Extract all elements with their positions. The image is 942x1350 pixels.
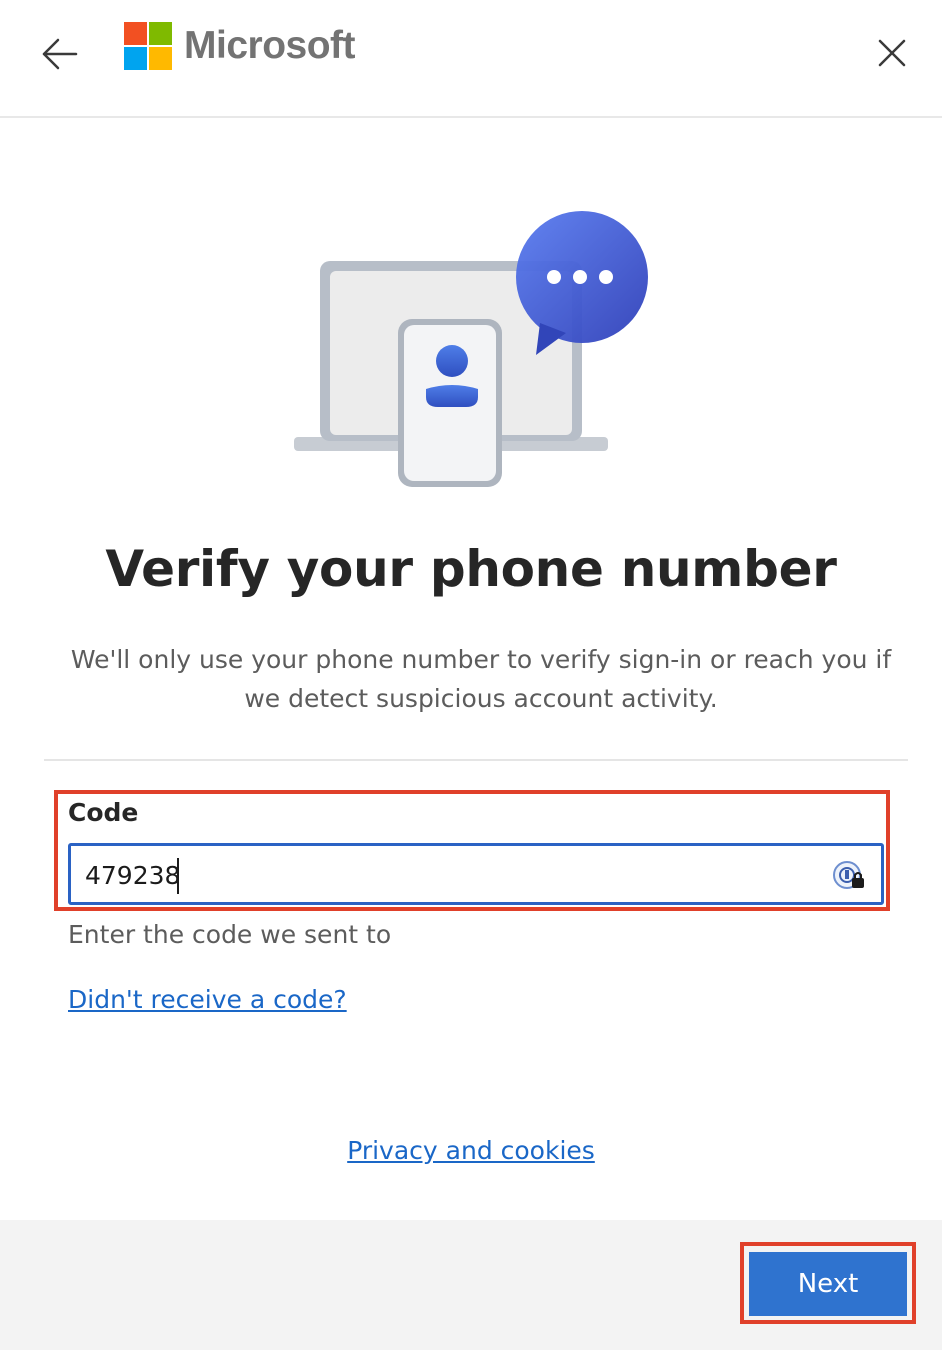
back-button[interactable] xyxy=(36,32,84,76)
privacy-cookies-link-row: Privacy and cookies xyxy=(0,1136,942,1165)
microsoft-logo: Microsoft xyxy=(124,22,356,70)
password-manager-icon[interactable] xyxy=(831,858,871,892)
next-button[interactable]: Next xyxy=(749,1252,907,1316)
page-description: We'll only use your phone number to veri… xyxy=(70,645,892,713)
code-field[interactable] xyxy=(68,843,884,905)
resend-code-link[interactable]: Didn't receive a code? xyxy=(68,985,347,1014)
code-input[interactable] xyxy=(85,854,805,896)
code-hint: Enter the code we sent to xyxy=(68,920,392,949)
close-button[interactable] xyxy=(866,30,916,76)
code-label: Code xyxy=(68,798,139,827)
divider xyxy=(44,759,908,761)
close-icon xyxy=(878,39,906,67)
privacy-cookies-link[interactable]: Privacy and cookies xyxy=(347,1136,595,1165)
arrow-left-icon xyxy=(42,38,78,70)
page-title: Verify your phone number xyxy=(105,540,837,598)
brand-name: Microsoft xyxy=(184,24,356,67)
laptop-phone-chat-illustration xyxy=(290,205,670,495)
header-bar: Microsoft xyxy=(0,0,942,118)
text-cursor xyxy=(177,858,179,894)
microsoft-logo-icon xyxy=(124,22,172,70)
